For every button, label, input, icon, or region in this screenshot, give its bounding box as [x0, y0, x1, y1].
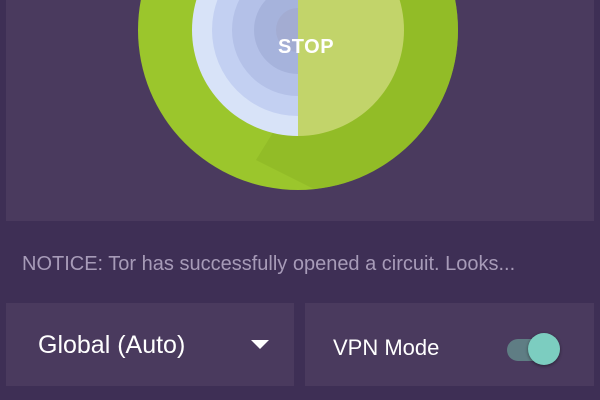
toggle-thumb [528, 333, 560, 365]
country-selected-value: Global (Auto) [38, 331, 186, 359]
stop-button-label[interactable]: STOP [206, 36, 406, 59]
vpn-mode-label: VPN Mode [333, 335, 440, 360]
notice-message: NOTICE: Tor has successfully opened a ci… [22, 253, 516, 275]
vpn-mode-toggle[interactable] [505, 330, 563, 365]
vpn-mode-panel: VPN Mode [305, 303, 594, 386]
chevron-down-icon [251, 340, 269, 349]
orbot-main-screen: STOP NOTICE: Tor has successfully opened… [0, 0, 600, 400]
tor-onion-icon[interactable] [6, 0, 594, 221]
country-selector[interactable]: Global (Auto) [6, 303, 294, 386]
start-stop-panel: STOP [6, 0, 594, 221]
